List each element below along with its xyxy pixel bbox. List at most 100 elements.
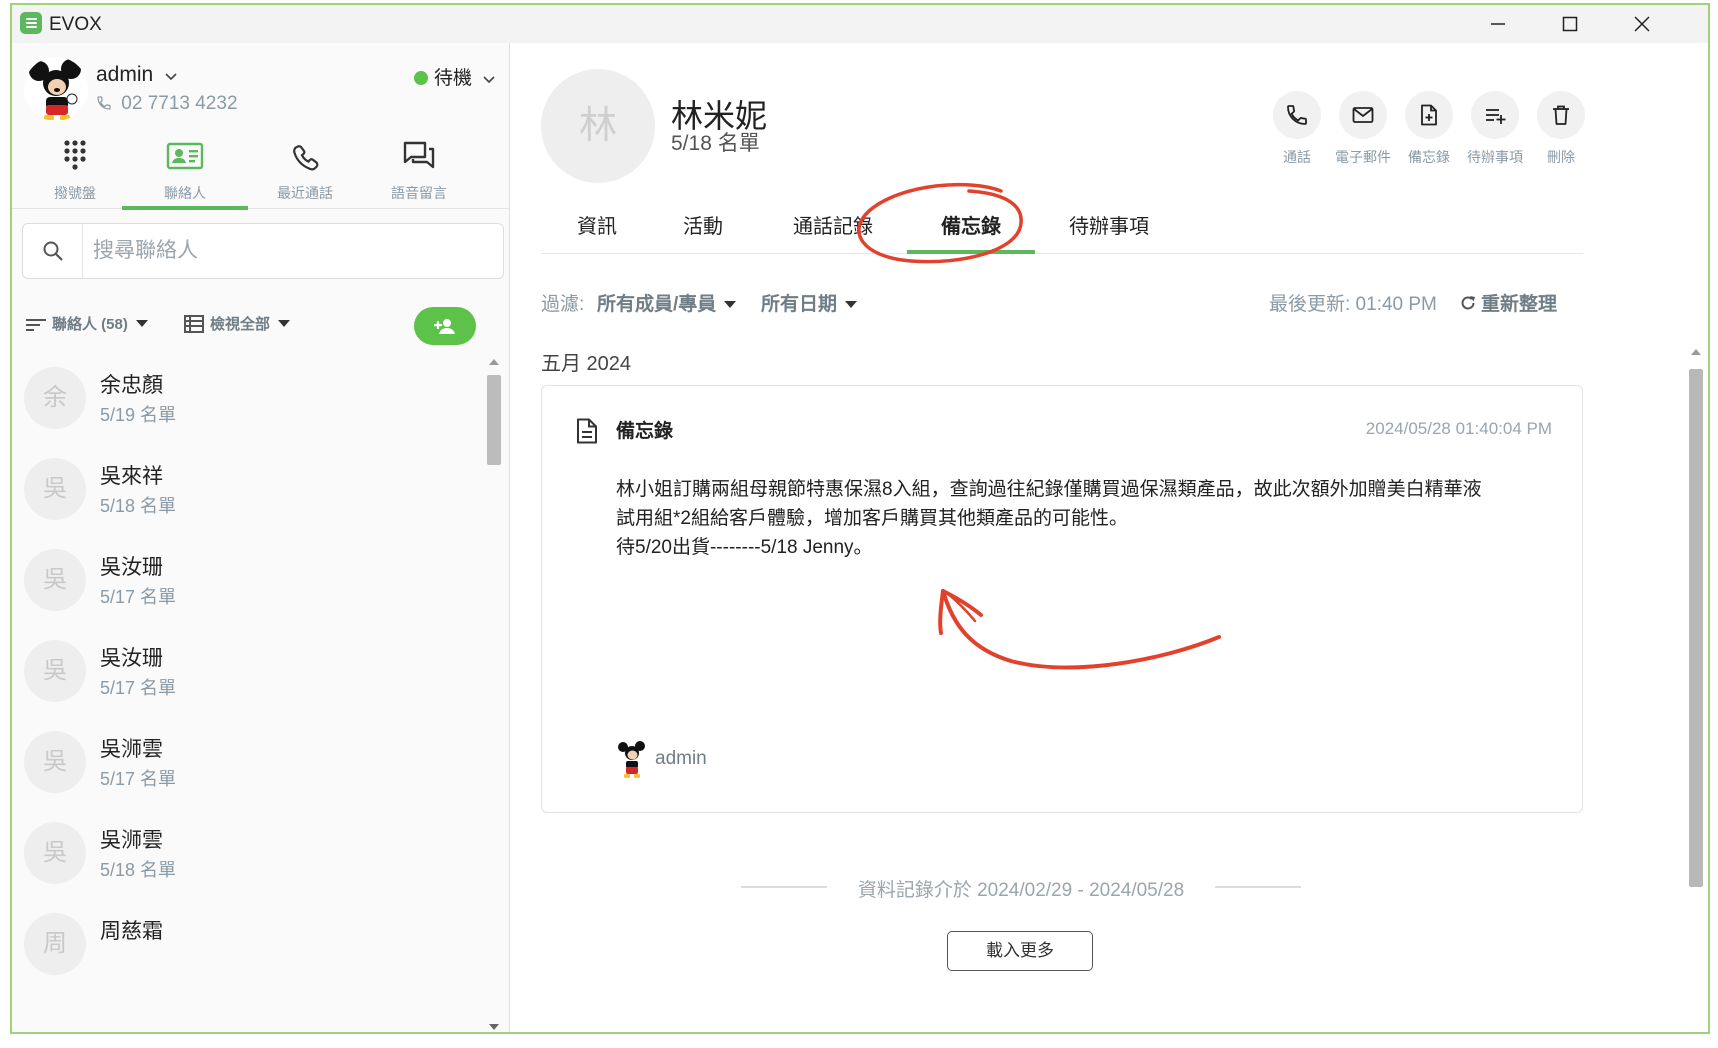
contact-item[interactable]: 吳 吳浉雲 5/17 名單 <box>12 717 482 808</box>
date-filter-dropdown[interactable]: 所有日期 <box>761 289 858 316</box>
contact-detail-tag: 5/18 名單 <box>671 132 760 155</box>
contact-item[interactable]: 周 周慈霜 <box>12 899 482 990</box>
search-input[interactable] <box>93 235 493 267</box>
contact-item[interactable]: 吳 吳浉雲 5/18 名單 <box>12 808 482 899</box>
scrollbar-thumb[interactable] <box>1689 369 1703 887</box>
view-all-dropdown[interactable]: 檢視全部 <box>184 313 291 334</box>
last-updated-text: 最後更新: 01:40 PM <box>1269 294 1437 315</box>
detail-tabs: 資訊 活動 通話記錄 備忘錄 待辦事項 <box>541 198 1583 254</box>
phone-icon <box>1287 105 1307 125</box>
contact-item[interactable]: 余 余忠顏 5/19 名單 <box>12 353 482 444</box>
contact-avatar: 吳 <box>24 549 86 611</box>
contact-avatar: 吳 <box>24 640 86 702</box>
contact-item[interactable]: 吳 吳汝珊 5/17 名單 <box>12 626 482 717</box>
phone-outline-icon <box>97 96 111 110</box>
tab-voicemail[interactable]: 語音留言 <box>356 133 482 209</box>
user-menu[interactable]: admin <box>96 63 177 87</box>
contact-name: 余忠顏 <box>100 374 163 397</box>
sort-lines-icon <box>26 319 46 331</box>
contact-item[interactable]: 吳 吳汝珊 5/17 名單 <box>12 535 482 626</box>
mickey-avatar-icon <box>618 741 645 778</box>
document-icon <box>577 418 597 444</box>
refresh-icon <box>1461 296 1475 310</box>
contact-actions: 通話 電子郵件 備忘錄 待辦事項 刪除 <box>1261 91 1591 171</box>
contact-item[interactable]: 吳 吳來祥 5/18 名單 <box>12 444 482 535</box>
contact-avatar: 余 <box>24 367 86 429</box>
scrollbar-thumb[interactable] <box>487 375 501 465</box>
note-add-icon <box>1421 104 1437 126</box>
contact-name: 周慈霜 <box>100 920 163 943</box>
mickey-avatar-icon <box>29 59 81 120</box>
filter-label: 過濾: <box>541 294 585 315</box>
tab-contacts[interactable]: 聯絡人 <box>122 133 248 210</box>
divider-line <box>1215 886 1301 888</box>
evox-logo-icon <box>20 12 42 34</box>
data-range-text: 資料記錄介於 2024/02/29 - 2024/05/28 <box>857 880 1185 901</box>
contact-list-tag: 5/17 名單 <box>100 769 177 789</box>
contact-list: 余 余忠顏 5/19 名單 吳 吳來祥 5/18 名單 吳 吳汝珊 5/17 名… <box>12 353 482 1032</box>
detail-scrollbar[interactable] <box>1685 343 1707 1032</box>
contact-avatar: 吳 <box>24 458 86 520</box>
minimize-button[interactable] <box>1462 5 1534 43</box>
chevron-down-icon <box>483 68 495 90</box>
memo-body: 林小姐訂購兩組母親節特惠保濕8入組，查詢過往紀錄僅購買過保濕類產品，故此次額外加… <box>616 479 1482 558</box>
tab-activity[interactable]: 活動 <box>683 210 723 239</box>
contacts-sort-dropdown[interactable]: 聯絡人 (58) <box>26 313 148 334</box>
tab-info[interactable]: 資訊 <box>577 210 617 239</box>
contact-list-tag: 5/17 名單 <box>100 587 177 607</box>
data-range-row: 資料記錄介於 2024/02/29 - 2024/05/28 <box>741 873 1301 903</box>
tab-dialpad[interactable]: 撥號盤 <box>12 133 138 209</box>
caret-down-icon <box>278 320 291 327</box>
status-selector[interactable]: 待機 <box>414 63 495 90</box>
contact-card-icon <box>165 139 205 173</box>
contact-avatar: 吳 <box>24 731 86 793</box>
divider-line <box>741 886 827 888</box>
user-extension: 02 7713 4232 <box>96 93 238 115</box>
hand-drawn-arrow-annotation <box>938 589 1221 670</box>
status-text: 待機 <box>434 68 473 89</box>
contact-list-tag: 5/17 名單 <box>100 678 177 698</box>
scroll-down-arrow-icon[interactable] <box>489 1024 499 1030</box>
list-toolbar: 聯絡人 (58) 檢視全部 <box>12 305 510 345</box>
memo-timestamp: 2024/05/28 01:40:04 PM <box>1365 419 1552 438</box>
todo-add-icon <box>1486 109 1506 124</box>
scroll-up-arrow-icon[interactable] <box>489 359 499 365</box>
close-button[interactable] <box>1606 5 1678 43</box>
filter-row: 過濾: 所有成員/專員 所有日期 最後更新: 01:40 PM 重新整理 <box>541 289 1583 319</box>
minimize-icon <box>1491 23 1505 25</box>
memo-author: admin <box>655 748 707 769</box>
phone-icon <box>285 139 325 173</box>
maximize-button[interactable] <box>1534 5 1606 43</box>
close-icon <box>1634 16 1650 32</box>
contact-name: 吳來祥 <box>100 465 163 488</box>
member-filter-dropdown[interactable]: 所有成員/專員 <box>597 289 737 316</box>
status-dot <box>414 71 428 85</box>
contact-list-tag: 5/18 名單 <box>100 496 177 516</box>
add-contact-button[interactable] <box>414 307 476 345</box>
contact-list-scrollbar[interactable] <box>482 353 506 1032</box>
voicemail-chat-icon <box>399 139 439 173</box>
maximize-icon <box>1562 16 1578 32</box>
contact-list-tag: 5/19 名單 <box>100 405 177 425</box>
scroll-up-arrow-icon[interactable] <box>1691 349 1701 355</box>
add-person-icon <box>434 319 455 334</box>
dialpad-icon <box>55 139 95 173</box>
app-window: EVOX admin 02 7713 4232 待機 撥號盤 聯絡人 最近通話 … <box>10 3 1710 1034</box>
contact-name: 吳浉雲 <box>100 829 163 852</box>
tab-todo[interactable]: 待辦事項 <box>1069 210 1149 239</box>
user-avatar[interactable] <box>24 57 88 121</box>
app-title: EVOX <box>49 14 102 35</box>
caret-down-icon <box>135 320 148 327</box>
search-icon <box>23 224 83 278</box>
refresh-button[interactable]: 重新整理 <box>1459 289 1557 316</box>
contact-name: 吳浉雲 <box>100 738 163 761</box>
contact-avatar: 周 <box>24 913 86 975</box>
memo-title: 備忘錄 <box>616 421 674 442</box>
load-more-button[interactable]: 載入更多 <box>947 931 1093 971</box>
contact-avatar: 吳 <box>24 822 86 884</box>
hand-drawn-circle-annotation <box>857 182 1023 264</box>
table-view-icon <box>184 315 204 333</box>
tab-recent-calls[interactable]: 最近通話 <box>242 133 368 209</box>
title-bar: EVOX <box>12 5 1708 43</box>
contact-name: 吳汝珊 <box>100 647 163 670</box>
